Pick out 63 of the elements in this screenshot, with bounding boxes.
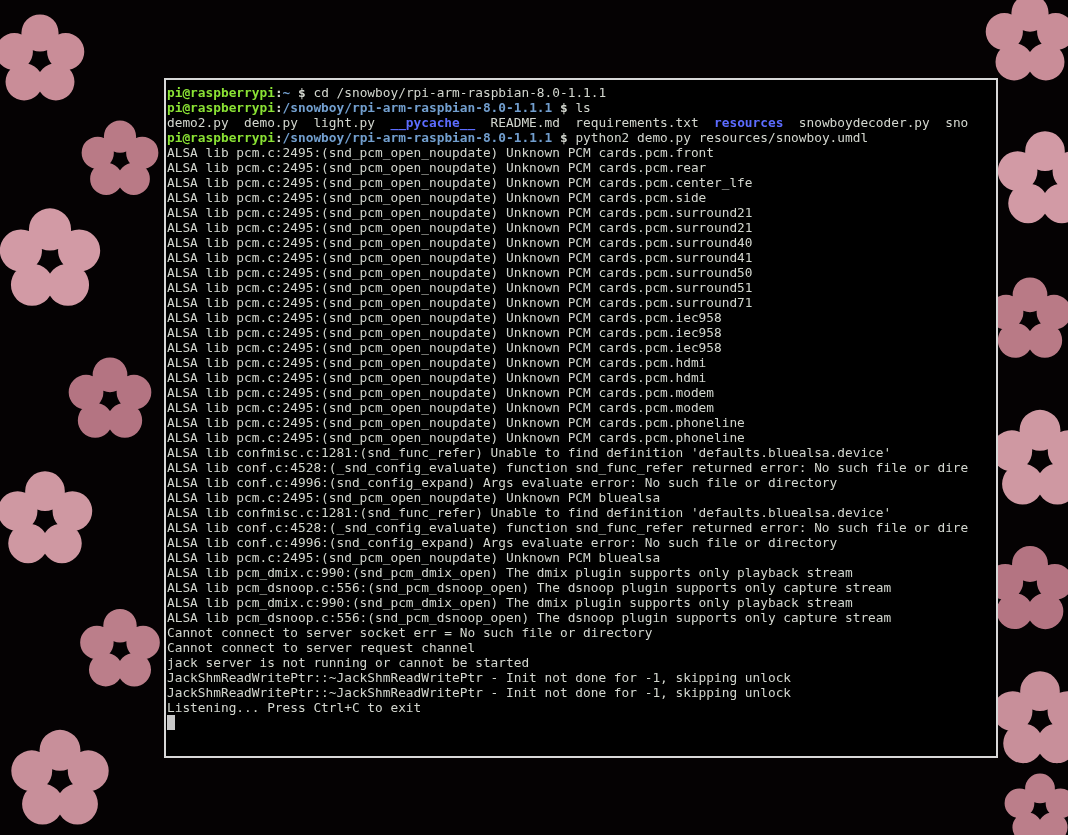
prompt-user: pi@raspberrypi	[167, 100, 275, 115]
output-line: ALSA lib pcm.c:2495:(snd_pcm_open_noupdate) Unknown PCM bluealsa	[167, 490, 661, 505]
output-line: JackShmReadWritePtr::~JackShmReadWritePtr - Init not done for -1, skipping unlock	[167, 670, 792, 685]
output-line: ALSA lib pcm.c:2495:(snd_pcm_open_noupdate) Unknown PCM cards.pcm.surround71	[167, 295, 753, 310]
output-line: ALSA lib pcm_dmix.c:990:(snd_pcm_dmix_open) The dmix plugin supports only playback stream	[167, 595, 853, 610]
prompt-symbol: $	[559, 100, 568, 115]
prompt-user: pi@raspberrypi	[167, 85, 275, 100]
output-line: ALSA lib pcm.c:2495:(snd_pcm_open_noupdate) Unknown PCM cards.pcm.modem	[167, 385, 714, 400]
command-text: ls	[575, 100, 591, 115]
file-name: light.py	[313, 115, 376, 130]
text-cursor	[167, 715, 175, 730]
prompt-symbol: $	[298, 85, 306, 100]
file-name: demo2.py	[167, 115, 229, 130]
output-line: ALSA lib conf.c:4528:(_snd_config_evaluate) function snd_func_refer returned error: No such file or dire	[167, 520, 969, 535]
file-name: requirements.txt	[575, 115, 699, 130]
command-text: python2 demo.py resources/snowboy.umdl	[575, 130, 869, 145]
output-line: ALSA lib pcm.c:2495:(snd_pcm_open_noupdate) Unknown PCM cards.pcm.surround41	[167, 250, 753, 265]
output-line: ALSA lib pcm.c:2495:(snd_pcm_open_noupdate) Unknown PCM cards.pcm.surround21	[167, 205, 753, 220]
output-line: ALSA lib pcm.c:2495:(snd_pcm_open_noupdate) Unknown PCM cards.pcm.front	[167, 145, 714, 160]
output-line: jack server is not running or cannot be started	[167, 655, 530, 670]
output-line: ALSA lib conf.c:4996:(snd_config_expand) Args evaluate error: No such file or directory	[167, 535, 838, 550]
prompt-path: /snowboy/rpi-arm-raspbian-8.0-1.1.1	[282, 130, 553, 145]
directory-name: resources	[714, 115, 784, 130]
output-line: ALSA lib pcm.c:2495:(snd_pcm_open_noupdate) Unknown PCM cards.pcm.surround40	[167, 235, 753, 250]
prompt-symbol: $	[559, 130, 568, 145]
output-line: ALSA lib pcm.c:2495:(snd_pcm_open_noupdate) Unknown PCM cards.pcm.phoneline	[167, 415, 745, 430]
output-line: ALSA lib confmisc.c:1281:(snd_func_refer) Unable to find definition 'defaults.bluealsa.device'	[167, 505, 892, 520]
output-line: ALSA lib pcm.c:2495:(snd_pcm_open_noupdate) Unknown PCM cards.pcm.side	[167, 190, 707, 205]
output-line: ALSA lib pcm.c:2495:(snd_pcm_open_noupdate) Unknown PCM bluealsa	[167, 550, 661, 565]
output-line: Cannot connect to server request channel	[167, 640, 476, 655]
output-line: ALSA lib pcm.c:2495:(snd_pcm_open_noupdate) Unknown PCM cards.pcm.iec958	[167, 310, 722, 325]
output-line: ALSA lib pcm.c:2495:(snd_pcm_open_noupdate) Unknown PCM cards.pcm.modem	[167, 400, 714, 415]
output-line: ALSA lib pcm_dsnoop.c:556:(snd_pcm_dsnoop_open) The dsnoop plugin supports only capture stream	[167, 610, 892, 625]
file-name: README.md	[490, 115, 560, 130]
output-line: ALSA lib pcm.c:2495:(snd_pcm_open_noupdate) Unknown PCM cards.pcm.rear	[167, 160, 707, 175]
prompt-path: /snowboy/rpi-arm-raspbian-8.0-1.1.1	[282, 100, 553, 115]
output-line: ALSA lib pcm.c:2495:(snd_pcm_open_noupdate) Unknown PCM cards.pcm.surround21	[167, 220, 753, 235]
command-text: cd /snowboy/rpi-arm-raspbian-8.0-1.1.1	[313, 85, 607, 100]
output-line: ALSA lib pcm.c:2495:(snd_pcm_open_noupdate) Unknown PCM cards.pcm.phoneline	[167, 430, 745, 445]
output-line: ALSA lib pcm.c:2495:(snd_pcm_open_noupdate) Unknown PCM cards.pcm.surround51	[167, 280, 753, 295]
output-line: ALSA lib conf.c:4528:(_snd_config_evaluate) function snd_func_refer returned error: No such file or dire	[167, 460, 969, 475]
output-line: ALSA lib pcm.c:2495:(snd_pcm_open_noupdate) Unknown PCM cards.pcm.iec958	[167, 340, 722, 355]
output-line: ALSA lib pcm_dmix.c:990:(snd_pcm_dmix_open) The dmix plugin supports only playback stream	[167, 565, 853, 580]
output-line: ALSA lib pcm.c:2495:(snd_pcm_open_noupdate) Unknown PCM cards.pcm.center_lfe	[167, 175, 753, 190]
directory-name: __pycache__	[390, 115, 476, 130]
file-name: sno	[945, 115, 969, 130]
output-line: ALSA lib confmisc.c:1281:(snd_func_refer) Unable to find definition 'defaults.bluealsa.device'	[167, 445, 892, 460]
output-line: Listening... Press Ctrl+C to exit	[167, 700, 422, 715]
prompt-separator: :	[274, 100, 283, 115]
output-line: Cannot connect to server socket err = No such file or directory	[167, 625, 653, 640]
output-line: ALSA lib pcm.c:2495:(snd_pcm_open_noupdate) Unknown PCM cards.pcm.iec958	[167, 325, 722, 340]
output-line: ALSA lib pcm.c:2495:(snd_pcm_open_noupdate) Unknown PCM cards.pcm.hdmi	[167, 370, 707, 385]
prompt-separator: :	[274, 130, 283, 145]
file-name: snowboydecoder.py	[798, 115, 930, 130]
output-line: ALSA lib pcm.c:2495:(snd_pcm_open_noupdate) Unknown PCM cards.pcm.hdmi	[167, 355, 707, 370]
file-name: demo.py	[244, 115, 298, 130]
prompt-separator: :	[274, 85, 283, 100]
output-line: JackShmReadWritePtr::~JackShmReadWritePtr - Init not done for -1, skipping unlock	[167, 685, 792, 700]
output-line: ALSA lib pcm.c:2495:(snd_pcm_open_noupdate) Unknown PCM cards.pcm.surround50	[167, 265, 753, 280]
prompt-user: pi@raspberrypi	[167, 130, 275, 145]
output-line: ALSA lib pcm_dsnoop.c:556:(snd_pcm_dsnoop_open) The dsnoop plugin supports only capture stream	[167, 580, 892, 595]
output-line: ALSA lib conf.c:4996:(snd_config_expand) Args evaluate error: No such file or directory	[167, 475, 838, 490]
prompt-path: ~	[282, 85, 291, 100]
